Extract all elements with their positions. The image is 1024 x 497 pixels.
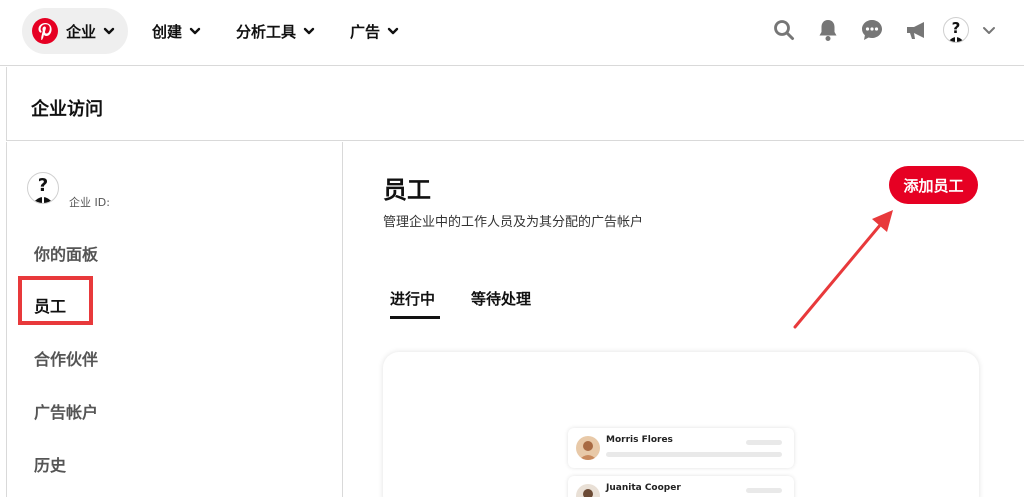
chevron-down-icon [983, 27, 995, 34]
nav-item-create[interactable]: 创建 [138, 8, 216, 54]
preview-row: Morris Flores [568, 428, 794, 468]
bell-icon[interactable] [806, 12, 850, 48]
business-avatar: ? [27, 172, 59, 204]
add-employee-button[interactable]: 添加员工 [889, 166, 978, 204]
section-title: 员工 [383, 176, 431, 204]
avatar-icon: ? [33, 175, 53, 203]
preview-row: Juanita Cooper [568, 476, 794, 497]
pinterest-logo-icon [32, 18, 58, 44]
chevron-down-icon [303, 27, 315, 35]
preview-avatar [576, 484, 600, 497]
svg-text:?: ? [38, 175, 48, 196]
sidebar-item-dashboard[interactable]: 你的面板 [34, 241, 98, 265]
placeholder-bar [606, 452, 782, 457]
account-menu-chevron[interactable] [974, 12, 1004, 48]
tab-pending[interactable]: 等待处理 [471, 288, 531, 309]
business-id-label: 企业 ID: [69, 196, 110, 209]
page-header: 企业访问 [6, 67, 1024, 141]
avatar[interactable]: ? [938, 12, 974, 48]
sidebar-item-ad-accounts[interactable]: 广告帐户 [34, 399, 98, 423]
preview-name: Juanita Cooper [606, 483, 681, 493]
nav-item-analytics[interactable]: 分析工具 [222, 8, 330, 54]
annotation-highlight-box [18, 276, 93, 325]
chevron-down-icon [189, 27, 201, 35]
nav-item-label: 分析工具 [236, 22, 297, 41]
nav-right: ? [762, 12, 1004, 48]
top-navigation: 企业 创建 分析工具 广告 ? [0, 0, 1024, 66]
tab-active[interactable]: 进行中 [390, 288, 435, 309]
active-tab-underline [390, 316, 440, 319]
search-icon[interactable] [762, 12, 806, 48]
svg-text:?: ? [952, 19, 961, 37]
nav-left: 企业 创建 分析工具 广告 [22, 8, 414, 54]
placeholder-bar [746, 488, 782, 493]
chevron-down-icon [103, 27, 115, 35]
sidebar: ? 企业 ID: 你的面板 员工 合作伙伴 广告帐户 历史 [6, 142, 343, 497]
employees-empty-card: Morris Flores Juanita Cooper [383, 352, 979, 497]
tab-label: 等待处理 [471, 290, 532, 308]
placeholder-bar [746, 440, 782, 445]
megaphone-icon[interactable] [894, 12, 938, 48]
business-menu-label: 企业 [66, 22, 97, 41]
sidebar-item-partners[interactable]: 合作伙伴 [34, 346, 98, 370]
preview-name: Morris Flores [606, 435, 673, 445]
user-avatar-icon: ? [943, 17, 969, 43]
section-subtitle: 管理企业中的工作人员及为其分配的广告帐户 [383, 215, 644, 230]
tab-label: 进行中 [390, 290, 436, 308]
page-title: 企业访问 [31, 99, 103, 120]
nav-item-label: 创建 [152, 22, 183, 41]
nav-item-label: 广告 [350, 22, 381, 41]
message-icon[interactable] [850, 12, 894, 48]
preview-avatar [576, 436, 600, 460]
business-menu-button[interactable]: 企业 [22, 8, 129, 54]
chevron-down-icon [387, 27, 399, 35]
sidebar-item-history[interactable]: 历史 [34, 452, 66, 476]
nav-item-ads[interactable]: 广告 [336, 8, 414, 54]
